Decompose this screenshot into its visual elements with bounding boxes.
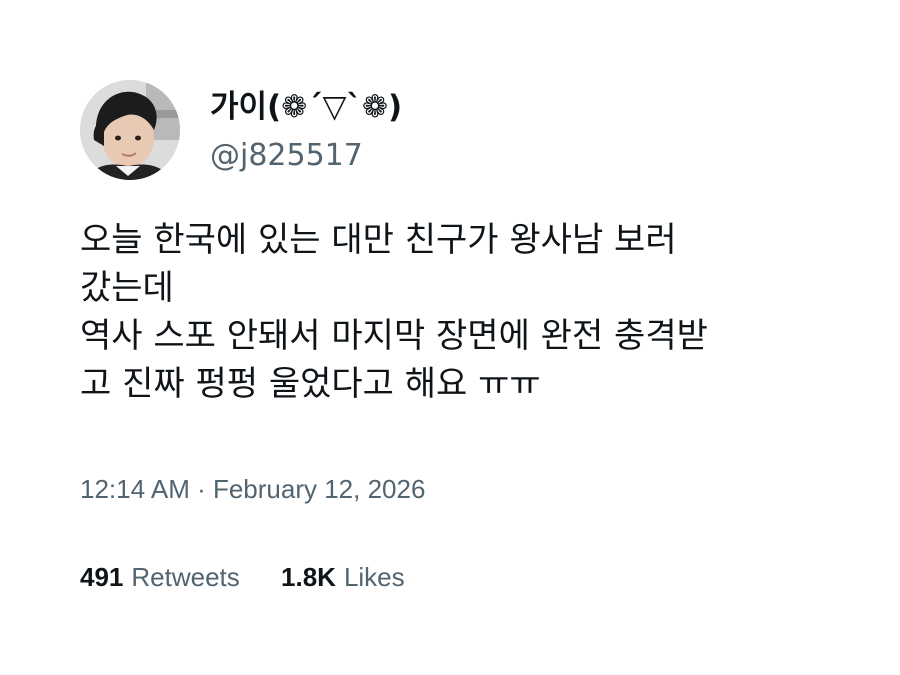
avatar[interactable] [80,80,180,180]
likes-stat[interactable]: 1.8K Likes [281,559,405,595]
avatar-photo [80,80,180,180]
retweets-label: Retweets [131,562,240,592]
tweet-timestamp[interactable]: 12:14 AM · February 12, 2026 [80,471,425,507]
tweet-text: 오늘 한국에 있는 대만 친구가 왕사남 보러 갔는데 역사 스포 안돼서 마지… [80,216,840,408]
likes-label: Likes [343,562,405,592]
tweet-text-line: 갔는데 [80,268,174,308]
tweet-stats: 491 Retweets 1.8K Likes [80,559,439,595]
tweet-card: 가이(❁´▽`❁) @j825517 오늘 한국에 있는 대만 친구가 왕사남 … [0,0,900,675]
tweet-text-line: 역사 스포 안돼서 마지막 장면에 완전 충격받 [80,316,708,356]
retweets-count: 491 [80,562,124,592]
author-display-name[interactable]: 가이(❁´▽`❁) [210,87,402,127]
tweet-text-line: 고 진짜 펑펑 울었다고 해요 ㅠㅠ [80,364,541,404]
likes-count: 1.8K [281,562,336,592]
tweet-text-line: 오늘 한국에 있는 대만 친구가 왕사남 보러 [80,220,677,260]
retweets-stat[interactable]: 491 Retweets [80,559,240,595]
author-handle[interactable]: @j825517 [210,136,363,176]
